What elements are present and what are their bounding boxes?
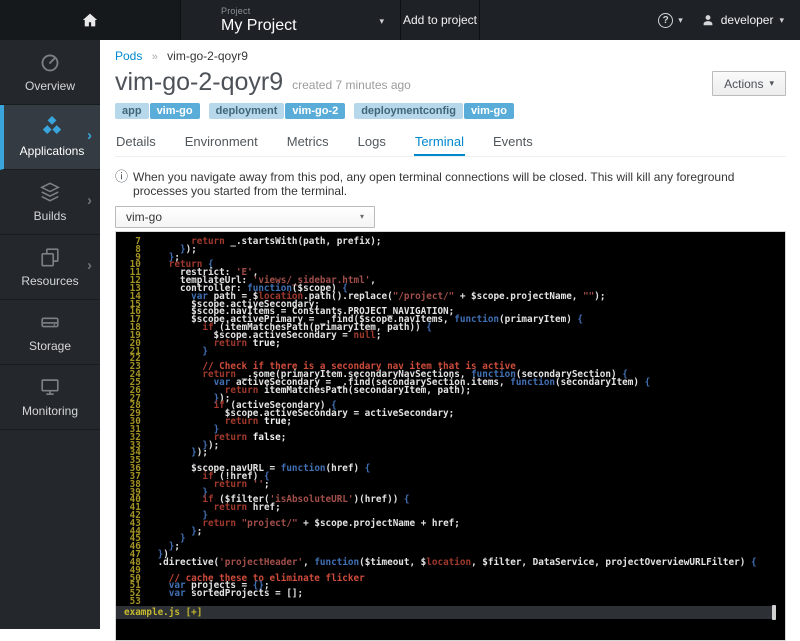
terminal-line: 52 var sortedProjects = []; [124, 590, 785, 598]
label-value: vim-go [464, 103, 514, 119]
sidebar-item-monitoring[interactable]: Monitoring [0, 365, 100, 430]
sidebar-item-builds[interactable]: Builds › [0, 170, 100, 235]
page-title: vim-go-2-qoyr9 [115, 68, 283, 96]
terminal-line: 43 return "project/" + $scope.projectNam… [124, 520, 785, 528]
tab-metrics[interactable]: Metrics [286, 132, 330, 156]
chevron-right-icon: › [87, 127, 92, 144]
add-to-project-button[interactable]: Add to project [400, 0, 480, 40]
actions-button-label: Actions [724, 77, 763, 91]
chevron-right-icon: › [87, 192, 92, 209]
sidebar-item-label: Applications [20, 144, 85, 158]
label-value: vim-go [150, 103, 200, 119]
container-select[interactable]: vim-go ▾ [115, 206, 375, 228]
chevron-down-icon: ▾ [360, 213, 364, 221]
help-menu[interactable]: ? ▾ [648, 0, 693, 40]
tab-details[interactable]: Details [115, 132, 157, 156]
terminal-line: 8 }); [124, 246, 785, 254]
chevron-down-icon: ▾ [379, 17, 384, 26]
resources-icon [39, 246, 61, 268]
chevron-down-icon: ▾ [769, 79, 774, 88]
sidebar-item-label: Overview [25, 79, 75, 93]
created-timestamp: created 7 minutes ago [292, 78, 411, 96]
terminal-line: 34 }); [124, 449, 785, 457]
dashboard-icon [39, 51, 61, 73]
monitoring-icon [39, 376, 61, 398]
label-badges: appvim-godeploymentvim-go-2deploymentcon… [115, 103, 786, 119]
chevron-right-icon: › [87, 257, 92, 274]
sidebar-item-label: Resources [21, 274, 78, 288]
tab-bar: Details Environment Metrics Logs Terminal Eve… [115, 132, 786, 157]
sidebar-nav: OverviewApplications›Builds›Resources›St… [0, 40, 100, 629]
breadcrumb-pods-link[interactable]: Pods [115, 49, 142, 63]
terminal-line: 32 return false; [124, 434, 785, 442]
home-button[interactable] [0, 0, 181, 40]
terminal-line: 20 return true; [124, 340, 785, 348]
label-key: deploymentconfig [354, 103, 463, 119]
tab-environment[interactable]: Environment [184, 132, 259, 156]
terminal-line: 48 .directive('projectHeader', function(… [124, 559, 785, 567]
label-badge: deploymentvim-go-2 [209, 103, 346, 119]
user-menu[interactable]: developer ▾ [693, 0, 800, 40]
project-label: Project [221, 6, 400, 16]
scrollbar-thumb[interactable] [772, 605, 776, 620]
terminal-line: 9 }; [124, 254, 785, 262]
sidebar-item-applications[interactable]: Applications› [0, 105, 100, 170]
applications-icon [41, 116, 63, 138]
sidebar-item-label: Storage [29, 339, 71, 353]
project-selector[interactable]: Project My Project ▾ [181, 0, 400, 40]
actions-button[interactable]: Actions ▾ [712, 71, 786, 96]
breadcrumb-separator: » [152, 51, 158, 63]
tab-logs[interactable]: Logs [357, 132, 387, 156]
terminal-line: 33 }); [124, 442, 785, 450]
chevron-down-icon: ▾ [678, 16, 683, 25]
terminal-warning: ⓘ When you navigate away from this pod, … [115, 170, 786, 198]
chevron-down-icon: ▾ [779, 16, 784, 25]
sidebar-item-overview[interactable]: Overview [0, 40, 100, 105]
label-value: vim-go-2 [285, 103, 345, 119]
project-name: My Project [221, 17, 400, 35]
terminal-line: 53 [124, 598, 785, 606]
sidebar-item-label: Monitoring [22, 404, 78, 418]
vim-status-bar: example.js [+] [116, 606, 774, 619]
label-badge: deploymentconfigvim-go [354, 103, 514, 119]
label-key: deployment [209, 103, 285, 119]
terminal-line: 38 return ''; [124, 481, 785, 489]
terminal-line: 46 }; [124, 543, 785, 551]
label-badge: appvim-go [115, 103, 200, 119]
label-key: app [115, 103, 149, 119]
home-icon [81, 11, 99, 29]
sidebar-item-label: Builds [34, 209, 67, 223]
tab-terminal[interactable]: Terminal [414, 132, 465, 156]
title-row: vim-go-2-qoyr9 created 7 minutes ago Act… [115, 68, 786, 96]
add-to-project-label: Add to project [403, 13, 477, 27]
tab-events[interactable]: Events [492, 132, 534, 156]
user-name: developer [721, 13, 774, 27]
terminal-line: 21 } [124, 348, 785, 356]
breadcrumb: Pods » vim-go-2-qoyr9 [115, 40, 786, 63]
main-content: Pods » vim-go-2-qoyr9 vim-go-2-qoyr9 cre… [100, 40, 800, 629]
terminal-line: 44 }; [124, 528, 785, 536]
builds-icon [39, 181, 61, 203]
info-icon: ⓘ [115, 170, 128, 183]
terminal-line: 30 return true; [124, 418, 785, 426]
top-bar: Project My Project ▾ Add to project ? ▾ … [0, 0, 800, 40]
terminal-warning-text: When you navigate away from this pod, an… [133, 170, 786, 198]
terminal-line: 45 } [124, 535, 785, 543]
terminal-line: 41 return href; [124, 504, 785, 512]
topbar-spacer [480, 0, 648, 40]
breadcrumb-current: vim-go-2-qoyr9 [167, 49, 248, 63]
sidebar-item-resources[interactable]: Resources › [0, 235, 100, 300]
sidebar-item-storage[interactable]: Storage [0, 300, 100, 365]
user-icon [701, 13, 715, 27]
storage-icon [39, 311, 61, 333]
container-select-value: vim-go [126, 210, 162, 224]
terminal-lines: 7 return _.startsWith(path, prefix); 8 }… [124, 238, 785, 606]
help-icon: ? [658, 13, 673, 28]
terminal-line: 7 return _.startsWith(path, prefix); [124, 238, 785, 246]
terminal[interactable]: 7 return _.startsWith(path, prefix); 8 }… [115, 231, 786, 641]
